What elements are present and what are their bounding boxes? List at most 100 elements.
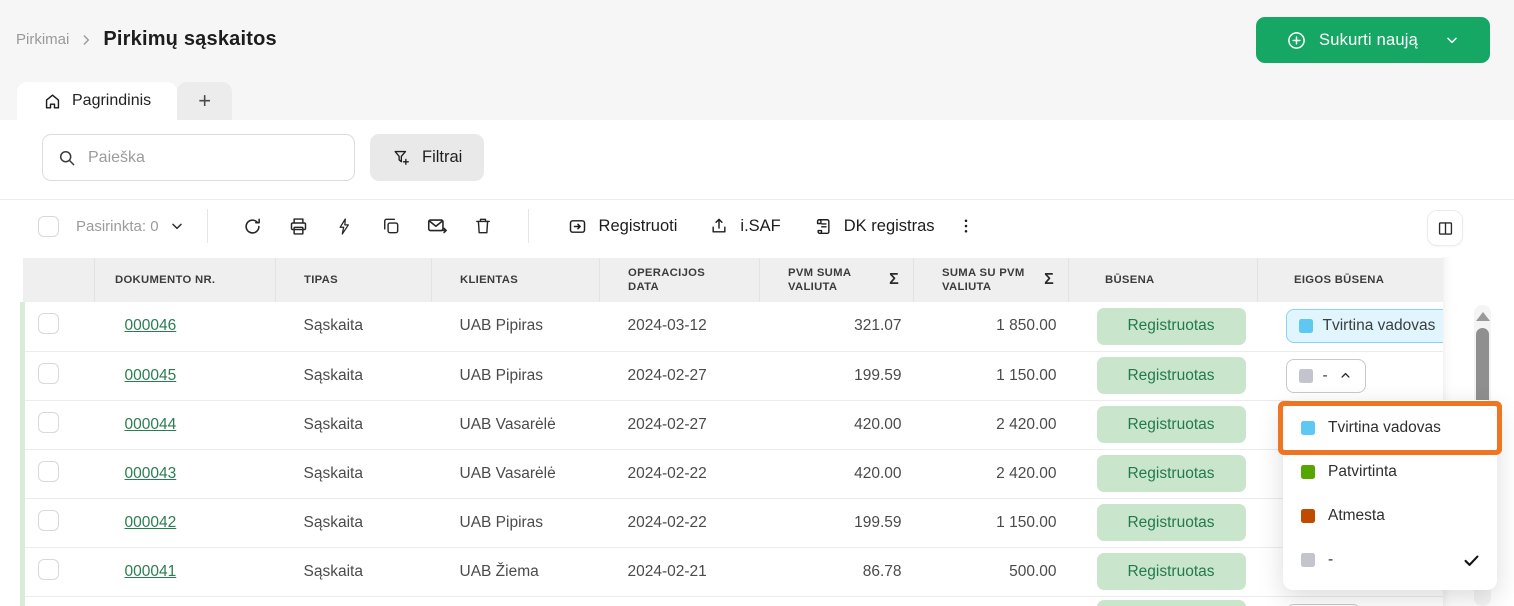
vat-amount-cell: 420.00 [760, 400, 914, 449]
breadcrumb: Pirkimai Pirkimų sąskaitos [16, 28, 277, 51]
option-label: Atmesta [1328, 507, 1385, 525]
send-email-icon[interactable] [414, 208, 460, 244]
header-status[interactable]: BŪSENA [1069, 258, 1258, 302]
total-amount-cell: 2 420.00 [914, 449, 1069, 498]
document-link[interactable]: 000046 [125, 317, 177, 334]
chevron-down-icon[interactable] [1444, 32, 1460, 48]
client-cell: UAB Pipiras [432, 498, 600, 547]
lightning-icon[interactable] [322, 208, 368, 244]
total-amount-cell: 500.00 [914, 547, 1069, 596]
kebab-menu-icon[interactable] [951, 208, 981, 244]
print-icon[interactable] [276, 208, 322, 244]
row-checkbox[interactable] [38, 559, 59, 580]
flow-dropdown: Tvirtina vadovas Patvirtinta Atmesta - [1283, 400, 1497, 590]
flow-option[interactable]: - [1283, 538, 1497, 582]
header-flow-status[interactable]: EIGOS BŪSENA [1258, 258, 1446, 302]
header-type[interactable]: TIPAS [276, 258, 432, 302]
home-icon [43, 92, 62, 111]
vat-amount-cell: 420.00 [760, 449, 914, 498]
header-total-with-vat[interactable]: SUMA SU PVM VALIUTAΣ [914, 258, 1069, 302]
trash-icon[interactable] [460, 208, 506, 244]
create-new-label: Sukurti naują [1319, 31, 1418, 50]
divider [207, 209, 208, 243]
row-checkbox[interactable] [38, 313, 59, 334]
table-row: 000042 Sąskaita UAB Pipiras 2024-02-22 1… [23, 498, 1446, 547]
dk-register-button[interactable]: DK registras [813, 216, 935, 236]
document-link[interactable]: 000044 [125, 416, 177, 433]
refresh-icon[interactable] [230, 208, 276, 244]
option-label: - [1328, 551, 1333, 569]
table-body: 000046 Sąskaita UAB Pipiras 2024-03-12 3… [23, 302, 1446, 606]
breadcrumb-parent-link[interactable]: Pirkimai [16, 31, 69, 48]
header-vat-amount[interactable]: PVM SUMA VALIUTAΣ [760, 258, 914, 302]
document-link[interactable]: 000043 [125, 465, 177, 482]
sigma-icon[interactable]: Σ [1044, 270, 1054, 290]
document-link[interactable]: 000041 [125, 563, 177, 580]
sigma-icon[interactable]: Σ [889, 270, 899, 290]
date-cell: 2024-02-27 [600, 351, 760, 400]
search-input[interactable] [88, 149, 340, 167]
add-tab-button[interactable]: + [177, 82, 232, 120]
purchase-invoices-page: Pirkimai Pirkimų sąskaitos Sukurti naują… [0, 0, 1514, 606]
document-link[interactable]: 000045 [125, 367, 177, 384]
status-badge: Registruotas [1097, 455, 1246, 492]
chevron-down-icon[interactable] [169, 218, 185, 234]
filters-button[interactable]: Filtrai [370, 134, 484, 181]
isaf-button[interactable]: i.SAF [709, 216, 780, 236]
table-row: 000041 Sąskaita UAB Žiema 2024-02-21 86.… [23, 547, 1446, 596]
table-header-row: DOKUMENTO NR. TIPAS KLIENTAS OPERACIJOS … [23, 258, 1446, 302]
columns-icon[interactable] [1427, 210, 1463, 246]
flow-cell: - [1258, 351, 1446, 400]
status-badge: Registruotas [1097, 308, 1246, 345]
flow-option[interactable]: Atmesta [1283, 494, 1497, 538]
type-cell: Sąskaita [276, 547, 432, 596]
select-all-checkbox[interactable] [38, 216, 59, 237]
option-color-swatch [1301, 421, 1315, 435]
search-row: Filtrai [0, 120, 1514, 181]
client-cell: UAB Vasarėlė [432, 449, 600, 498]
header-client[interactable]: KLIENTAS [432, 258, 600, 302]
status-badge: Registruotas [1097, 406, 1246, 443]
header-operation-date[interactable]: OPERACIJOS DATA [600, 258, 760, 302]
client-cell: UAB Pipiras [432, 302, 600, 351]
document-link[interactable]: 000042 [125, 514, 177, 531]
tab-bar: Pagrindinis + [0, 78, 1514, 120]
type-cell: Sąskaita [276, 351, 432, 400]
search-box [42, 134, 355, 181]
tab-pagrindinis[interactable]: Pagrindinis [17, 82, 177, 120]
option-color-swatch [1301, 553, 1315, 567]
row-checkbox[interactable] [38, 412, 59, 433]
row-checkbox[interactable] [38, 461, 59, 482]
type-cell: Sąskaita [276, 400, 432, 449]
copy-icon[interactable] [368, 208, 414, 244]
option-color-swatch [1301, 509, 1315, 523]
plus-circle-icon [1286, 30, 1307, 51]
divider [528, 209, 529, 243]
scrollbar-up-arrow-icon[interactable] [1476, 312, 1490, 321]
vat-amount-cell: 321.07 [760, 302, 914, 351]
flow-cell [1258, 596, 1446, 606]
selected-count-label: Pasirinkta: 0 [76, 218, 159, 235]
row-checkbox[interactable] [38, 363, 59, 384]
register-icon [567, 216, 588, 237]
row-checkbox[interactable] [38, 510, 59, 531]
client-cell: UAB Žiema [432, 547, 600, 596]
flow-option[interactable]: Patvirtinta [1283, 450, 1497, 494]
flow-chip-trigger[interactable]: - [1286, 359, 1366, 393]
flow-option[interactable]: Tvirtina vadovas [1283, 406, 1497, 450]
flow-cell: Tvirtina vadovas [1258, 302, 1446, 351]
status-badge: Registruotas [1097, 504, 1246, 541]
status-badge [1097, 600, 1246, 606]
vat-amount-cell [760, 596, 914, 606]
register-button[interactable]: Registruoti [567, 216, 678, 237]
flow-chip[interactable]: Tvirtina vadovas [1286, 309, 1446, 343]
client-cell [432, 596, 600, 606]
total-amount-cell: 1 150.00 [914, 498, 1069, 547]
header-document-nr[interactable]: DOKUMENTO NR. [95, 258, 276, 302]
page-title: Pirkimų sąskaitos [103, 28, 277, 51]
option-label: Patvirtinta [1328, 463, 1397, 481]
create-new-button[interactable]: Sukurti naują [1256, 17, 1490, 63]
dk-register-label: DK registras [844, 217, 935, 236]
status-badge: Registruotas [1097, 553, 1246, 590]
toolbar: Pasirinkta: 0 [0, 199, 1514, 252]
